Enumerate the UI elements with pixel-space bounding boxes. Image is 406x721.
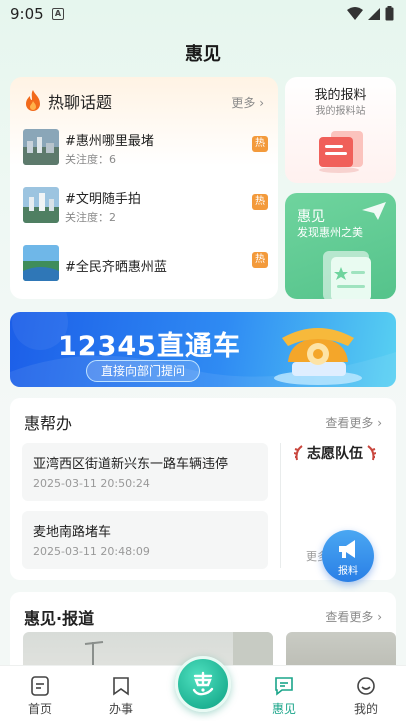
help-item-date: 2025-03-11 20:48:09	[33, 545, 150, 558]
nav-label: 惠见	[271, 702, 296, 716]
battery-icon	[385, 6, 394, 21]
hot-topics-header: 热聊话题	[22, 89, 112, 113]
topic-title: #全民齐晒惠州蓝	[65, 260, 167, 275]
huijian-card[interactable]: 惠见 发现惠州之美	[285, 193, 396, 299]
status-bar: 9:05 A	[0, 0, 406, 28]
laurel-left-icon	[294, 445, 303, 461]
divider	[280, 443, 281, 568]
hot-topics-more-link[interactable]: 更多 ›	[231, 94, 264, 111]
volunteer-team-link[interactable]: 志愿队伍	[294, 443, 376, 463]
help-section-more-link[interactable]: 查看更多 ›	[325, 414, 382, 431]
hot-badge: 热	[252, 194, 268, 210]
hotline-banner[interactable]: 12345直通车 直接向部门提问	[10, 312, 396, 387]
topic-title: #惠州哪里最堵	[65, 134, 154, 149]
topic-thumbnail	[23, 129, 59, 165]
nav-item-profile[interactable]: 我的	[336, 666, 396, 721]
topic-item[interactable]: #惠州哪里最堵 关注度：6 热	[23, 129, 268, 169]
report-section-more-link[interactable]: 查看更多 ›	[325, 608, 382, 625]
help-item[interactable]: 亚湾西区街道新兴东一路车辆违停 2025-03-11 20:50:24	[22, 443, 268, 501]
laurel-right-icon	[367, 445, 376, 461]
signal-icon	[368, 7, 380, 20]
more-label: 查看更多	[325, 610, 374, 624]
my-report-title: 我的报料	[314, 88, 367, 103]
nav-item-huijian[interactable]: 惠见	[254, 666, 314, 721]
my-report-subtitle: 我的报料站	[315, 106, 366, 117]
nav-label: 我的	[353, 702, 378, 716]
hui-logo-icon	[192, 671, 214, 696]
report-section-title: 惠见·报道	[24, 609, 95, 628]
chevron-right-icon: ›	[259, 96, 264, 110]
huijian-card-title: 惠见	[297, 209, 325, 225]
hot-topics-title: 热聊话题	[48, 93, 113, 112]
more-label: 查看更多	[325, 416, 374, 430]
topic-thumbnail	[23, 245, 59, 281]
banner-title: 12345直通车	[58, 331, 241, 362]
nav-item-home[interactable]: 首页	[10, 666, 70, 721]
topic-attention: 关注度：2	[65, 211, 116, 224]
report-fab-label: 报料	[338, 566, 358, 577]
ask-department-button[interactable]: 直接向部门提问	[86, 360, 201, 382]
notification-badge-icon: A	[52, 8, 64, 20]
hot-topics-card: 热聊话题 更多 › #惠州哪里最堵 关注度：6 热 #文明随手拍 关注度：2 热…	[10, 77, 278, 299]
help-section-title: 惠帮办	[24, 414, 73, 433]
hot-badge: 热	[252, 252, 268, 268]
volunteer-team-title: 志愿队伍	[307, 446, 363, 462]
page-title: 惠见	[185, 44, 221, 65]
nav-item-services[interactable]: 办事	[91, 666, 151, 721]
telephone-icon	[274, 328, 362, 385]
fire-icon	[26, 90, 40, 111]
megaphone-icon	[339, 540, 355, 558]
status-time: 9:05	[10, 5, 44, 23]
huijian-card-subtitle: 发现惠州之美	[297, 226, 363, 239]
chevron-right-icon: ›	[377, 610, 382, 624]
system-icons	[347, 6, 394, 21]
help-item[interactable]: 麦地南路堵车 2025-03-11 20:48:09	[22, 511, 268, 569]
chat-icon	[275, 677, 293, 696]
topic-thumbnail	[23, 187, 59, 223]
wifi-icon	[347, 6, 363, 20]
topic-title: #文明随手拍	[65, 192, 141, 207]
chevron-right-icon: ›	[377, 416, 382, 430]
home-doc-icon	[31, 676, 49, 696]
topic-attention: 关注度：6	[65, 153, 116, 166]
center-action-button[interactable]	[175, 656, 231, 712]
hot-badge: 热	[252, 136, 268, 152]
help-item-date: 2025-03-11 20:50:24	[33, 477, 150, 490]
help-item-title: 亚湾西区街道新兴东一路车辆违停	[33, 457, 229, 472]
more-label: 更多	[231, 96, 256, 110]
document-star-icon	[323, 251, 371, 299]
bookmark-icon	[113, 677, 129, 696]
my-report-card[interactable]: 我的报料 我的报料站	[285, 77, 396, 183]
nav-label: 办事	[108, 702, 133, 716]
help-item-title: 麦地南路堵车	[33, 525, 112, 540]
nav-label: 首页	[27, 702, 52, 716]
report-documents-icon	[319, 131, 363, 173]
topic-item[interactable]: #文明随手拍 关注度：2 热	[23, 187, 268, 227]
paper-plane-icon	[362, 202, 386, 220]
smile-icon	[357, 677, 375, 695]
topic-item[interactable]: #全民齐晒惠州蓝 热	[23, 245, 268, 285]
report-fab-button[interactable]: 报料	[322, 530, 374, 582]
